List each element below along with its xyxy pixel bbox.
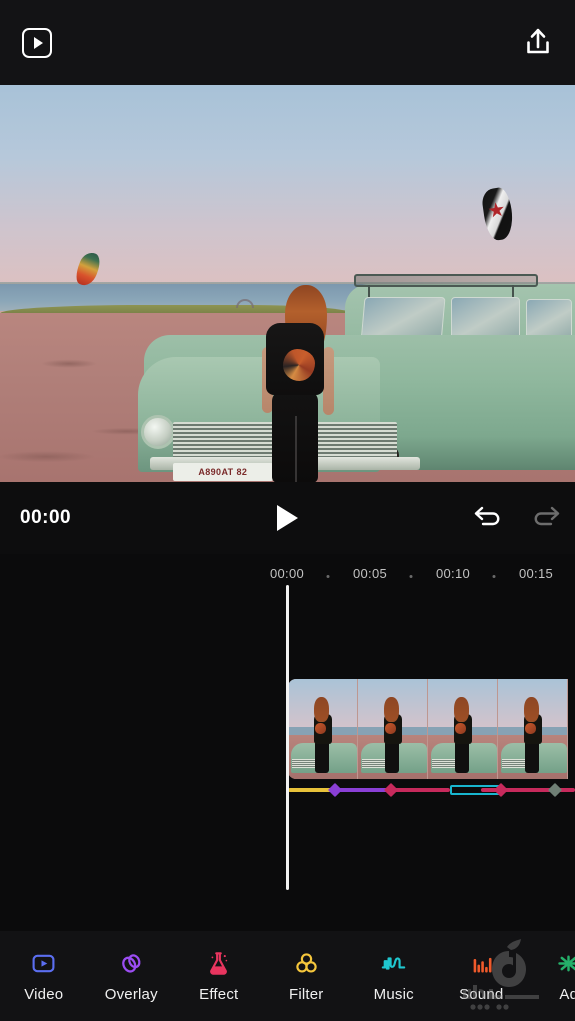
top-bar xyxy=(0,0,575,85)
current-timecode: 00:00 xyxy=(20,507,72,528)
transport-bar: 00:00 xyxy=(0,482,575,554)
keyframe-marker[interactable] xyxy=(327,782,343,798)
nav-item-sound[interactable]: Sound xyxy=(438,931,526,1021)
thumb-tshirt-graphic xyxy=(385,723,397,734)
video-preview[interactable]: A890AT 82 xyxy=(0,85,575,482)
nav-icon-wrapper xyxy=(380,949,407,977)
small-kite-icon xyxy=(235,299,254,309)
thumb-woman-legs xyxy=(524,741,539,773)
nav-item-label: Music xyxy=(373,986,414,1003)
thumb-woman-legs xyxy=(454,741,469,773)
nav-item-filter[interactable]: Filter xyxy=(263,931,351,1021)
clip-thumbnail-1[interactable] xyxy=(288,679,358,779)
keyframe-marker[interactable] xyxy=(547,782,563,798)
ruler-tick-label: 00:00 xyxy=(269,566,305,581)
play-in-box-icon xyxy=(22,27,52,58)
thumb-tshirt-graphic xyxy=(525,723,537,734)
export-button[interactable] xyxy=(523,27,553,59)
nav-item-label: Sound xyxy=(459,986,504,1003)
car-headlight xyxy=(140,414,175,449)
overlay-rings-icon xyxy=(121,953,141,973)
video-track-clips[interactable] xyxy=(288,679,568,779)
ruler-tick-label: 00:05 xyxy=(352,566,388,581)
timeline-panel[interactable]: 00:00 00:05 00:10 00:15 xyxy=(0,554,575,931)
nav-icon-wrapper xyxy=(468,949,495,977)
car-roof-rack xyxy=(353,274,538,288)
nav-item-label: Video xyxy=(24,986,64,1003)
sticker-icon xyxy=(558,955,575,971)
waveform-icon xyxy=(381,956,406,970)
nav-item-ad[interactable]: Ad xyxy=(525,931,575,1021)
woman-legs xyxy=(271,390,318,482)
playhead[interactable] xyxy=(286,585,289,890)
nav-item-label: Filter xyxy=(288,986,324,1003)
nav-item-label: Effect xyxy=(199,986,239,1003)
ruler-tick-label: 00:10 xyxy=(435,566,471,581)
bottom-navigation[interactable]: Video Overlay Effect Filter Music Sound Ad xyxy=(0,931,575,1021)
nav-item-label: Ad xyxy=(559,986,575,1003)
nav-item-video[interactable]: Video xyxy=(0,931,88,1021)
effect-segment[interactable] xyxy=(390,788,450,792)
play-button[interactable] xyxy=(277,505,298,531)
thumb-woman-hair xyxy=(384,697,400,722)
ruler-tick-dot xyxy=(409,575,413,578)
clip-thumbnail-2[interactable] xyxy=(358,679,428,779)
keyframe-marker[interactable] xyxy=(383,782,399,798)
redo-icon xyxy=(534,506,560,525)
nav-item-effect[interactable]: Effect xyxy=(175,931,263,1021)
thumb-woman-legs xyxy=(384,741,399,773)
clip-thumbnail-4[interactable] xyxy=(498,679,568,779)
redo-button[interactable] xyxy=(531,503,561,534)
preview-button[interactable] xyxy=(22,27,52,58)
undo-icon xyxy=(474,506,500,525)
undo-button[interactable] xyxy=(473,503,503,534)
thumb-grille xyxy=(432,759,457,768)
overlay-segment[interactable] xyxy=(334,788,390,792)
thumb-woman-hair xyxy=(454,697,470,722)
ruler-tick-label: 00:15 xyxy=(518,566,554,581)
thumb-woman-hair xyxy=(314,697,330,722)
thumb-woman-hair xyxy=(524,697,540,722)
flask-icon xyxy=(210,951,228,975)
ruler-tick-dot xyxy=(492,575,496,578)
thumb-woman-legs xyxy=(314,741,329,773)
license-plate: A890AT 82 xyxy=(172,462,274,482)
ruler-tick-dot xyxy=(326,575,330,578)
nav-item-overlay[interactable]: Overlay xyxy=(88,931,176,1021)
nav-icon-wrapper xyxy=(555,949,575,977)
video-play-box-icon xyxy=(32,954,55,972)
nav-icon-wrapper xyxy=(205,949,232,977)
effects-track[interactable] xyxy=(288,782,575,798)
export-upload-icon xyxy=(527,28,549,53)
nav-item-label: Overlay xyxy=(104,986,158,1003)
three-circles-icon xyxy=(296,952,317,973)
nav-icon-wrapper xyxy=(293,949,320,977)
nav-icon-wrapper xyxy=(30,949,57,977)
bars-icon xyxy=(473,957,492,972)
nav-icon-wrapper xyxy=(118,949,145,977)
thumb-tshirt-graphic xyxy=(455,723,467,734)
clip-thumbnail-3[interactable] xyxy=(428,679,498,779)
woman-right-arm xyxy=(323,347,335,416)
thumb-grille xyxy=(502,759,527,768)
thumb-grille xyxy=(292,759,317,768)
nav-item-music[interactable]: Music xyxy=(350,931,438,1021)
thumb-tshirt-graphic xyxy=(315,723,327,734)
thumb-grille xyxy=(362,759,387,768)
